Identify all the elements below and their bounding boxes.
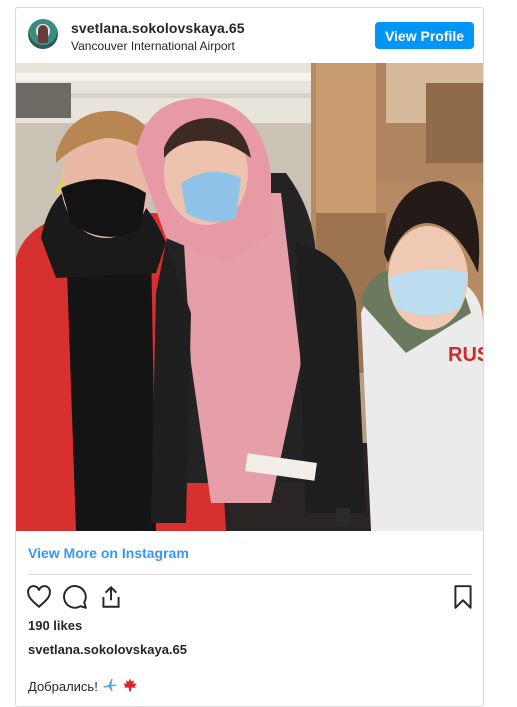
caption-text: Добрались! [28, 679, 98, 694]
maple-leaf-icon [122, 677, 138, 696]
post-header: svetlana.sokolovskaya.65 Vancouver Inter… [16, 8, 483, 63]
jacket-print: RUS [448, 344, 483, 366]
post-photo[interactable]: RUS [16, 63, 483, 531]
caption: Добрались! [28, 677, 138, 696]
view-more-link[interactable]: View More on Instagram [28, 545, 189, 561]
share-icon[interactable] [98, 584, 124, 610]
comment-icon[interactable] [62, 584, 88, 610]
heart-icon[interactable] [26, 584, 52, 610]
avatar[interactable] [28, 19, 58, 49]
divider [28, 574, 471, 575]
caption-username[interactable]: svetlana.sokolovskaya.65 [28, 642, 187, 657]
action-bar [16, 582, 483, 616]
instagram-embed-card: svetlana.sokolovskaya.65 Vancouver Inter… [15, 7, 484, 707]
bookmark-icon[interactable] [450, 584, 476, 610]
likes-count[interactable]: 190 likes [28, 618, 82, 633]
airplane-emoji-icon [101, 677, 119, 696]
post-username[interactable]: svetlana.sokolovskaya.65 [71, 20, 245, 36]
view-profile-button[interactable]: View Profile [375, 22, 474, 49]
post-location[interactable]: Vancouver International Airport [71, 39, 235, 53]
